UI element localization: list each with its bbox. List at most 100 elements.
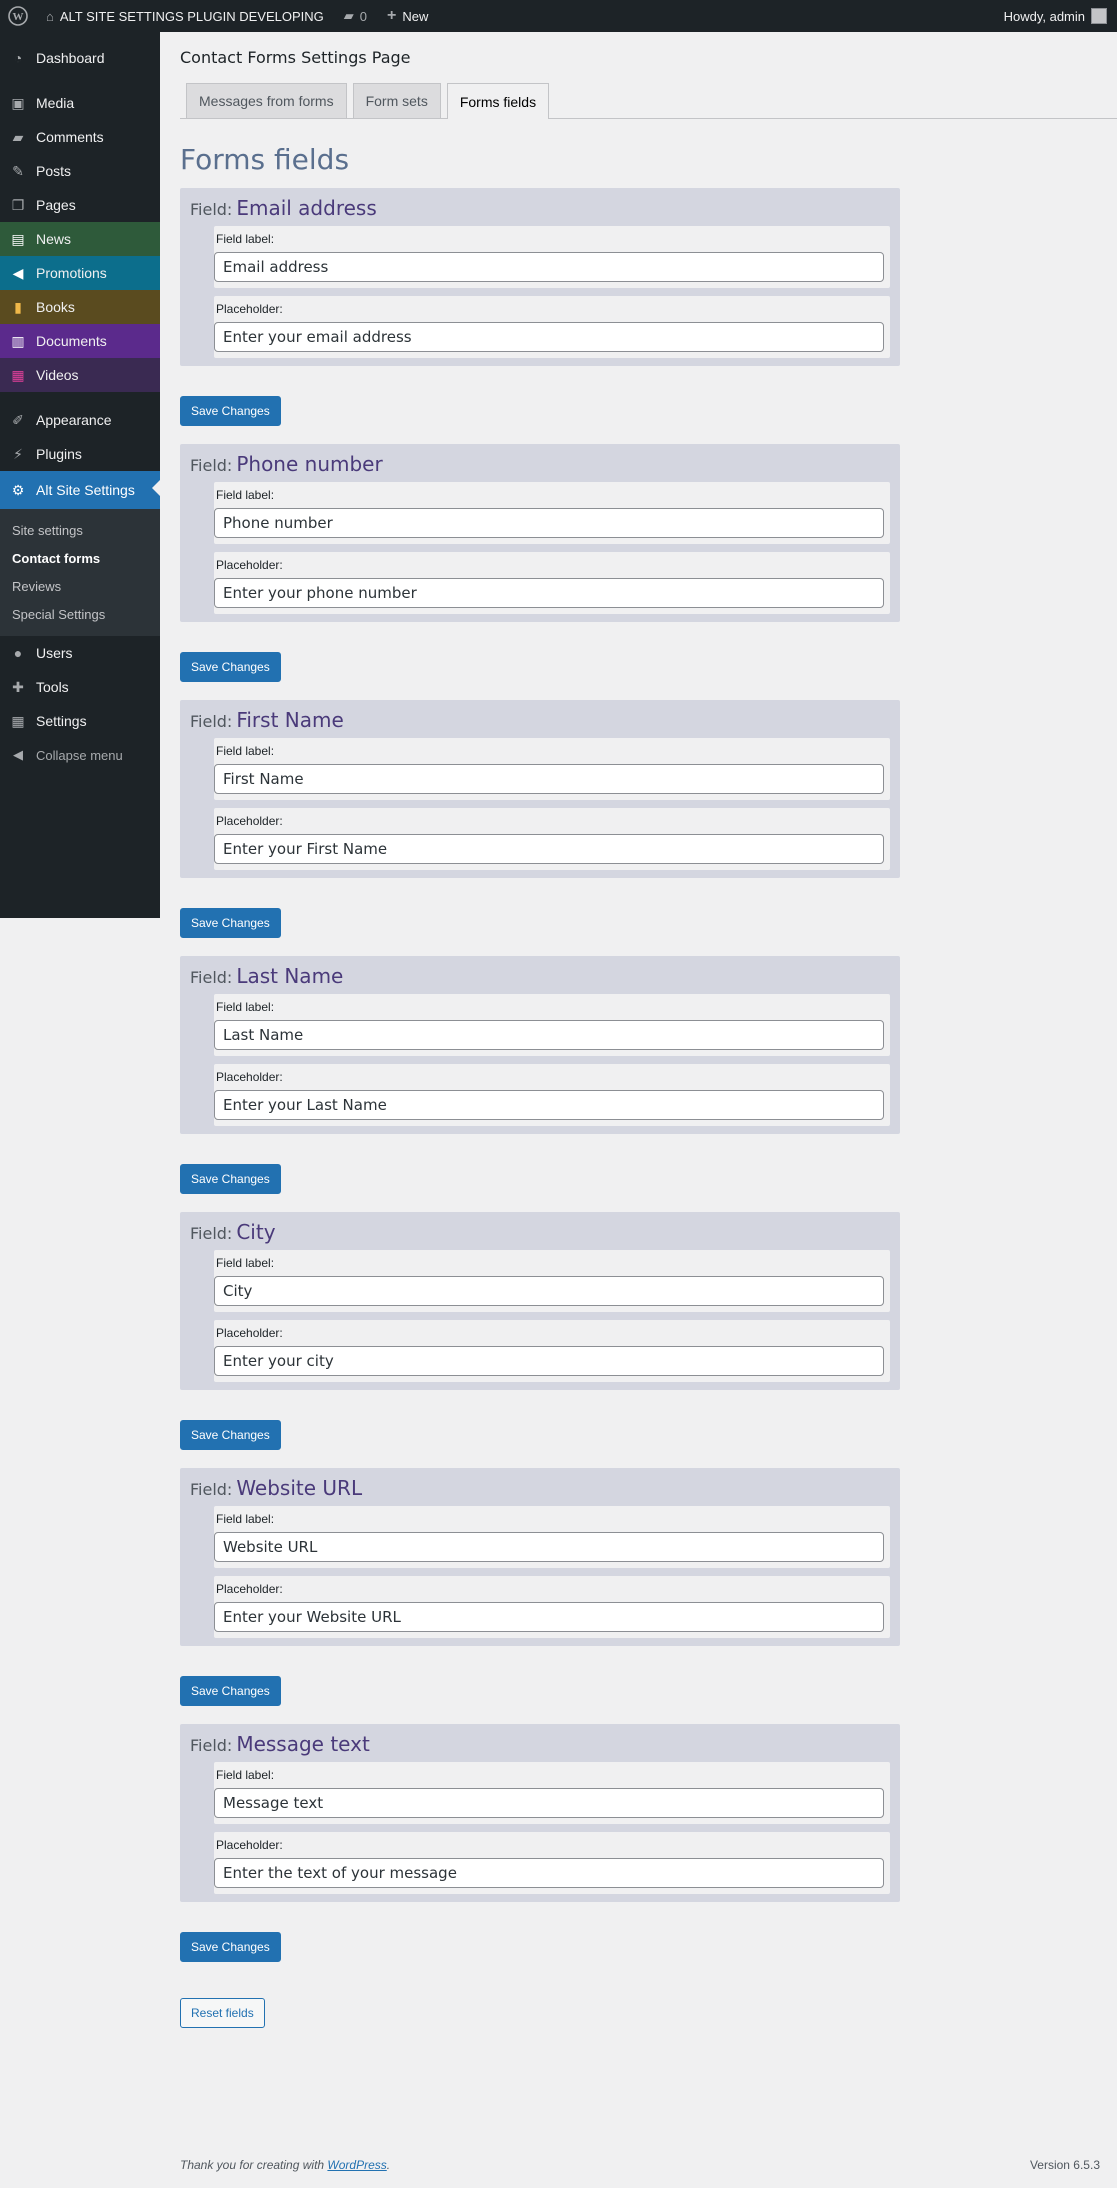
sidebar-item-books[interactable]: ▮ Books <box>0 290 160 324</box>
field-label-input[interactable]: First Name <box>214 764 884 794</box>
sidebar-item-videos[interactable]: ▦ Videos <box>0 358 160 392</box>
field-label-caption: Field label: <box>216 1256 275 1270</box>
collapse-icon: ◀ <box>13 747 23 762</box>
sidebar-item-pages[interactable]: ❐ Pages <box>0 188 160 222</box>
wordpress-link[interactable]: WordPress <box>327 2158 386 2172</box>
field-label-input[interactable]: Last Name <box>214 1020 884 1050</box>
sidebar-item-dashboard[interactable]: ◔ Dashboard <box>0 41 160 75</box>
placeholder-input[interactable]: Enter your email address <box>214 322 884 352</box>
placeholder-row: Placeholder: Enter your First Name <box>214 808 890 870</box>
sidebar-item-alt-site-settings[interactable]: ⚙ Alt Site Settings <box>0 471 160 509</box>
placeholder-caption: Placeholder: <box>216 558 283 572</box>
placeholder-row: Placeholder: Enter your phone number <box>214 552 890 614</box>
field-label-row: Field label: Email address <box>214 226 890 288</box>
sidebar-item-label: Dashboard <box>36 50 105 66</box>
sidebar-item-comments[interactable]: ▰ Comments <box>0 120 160 154</box>
save-changes-button[interactable]: Save Changes <box>180 1676 281 1706</box>
field-card: Field: Email address Field label: Email add… <box>180 188 900 366</box>
tab-forms-fields[interactable]: Forms fields <box>446 83 550 119</box>
pages-icon: ❐ <box>11 196 25 213</box>
field-label-input[interactable]: Message text <box>214 1788 884 1818</box>
home-icon: ⌂ <box>46 8 54 24</box>
tab-form-sets[interactable]: Form sets <box>352 83 441 118</box>
settings-icon: ▦ <box>11 712 25 729</box>
sidebar-item-label: News <box>36 231 72 247</box>
sidebar-item-label: Appearance <box>36 412 112 428</box>
sidebar-item-plugins[interactable]: ⚡ Plugins <box>0 437 160 471</box>
sidebar-item-promotions[interactable]: ◀ Promotions <box>0 256 160 290</box>
field-label-row: Field label: Last Name <box>214 994 890 1056</box>
gear-icon: ⚙ <box>11 481 25 498</box>
field-label-input[interactable]: Email address <box>214 252 884 282</box>
wordpress-logo-icon[interactable]: W <box>0 0 36 32</box>
page-title: Contact Forms Settings Page <box>180 48 411 67</box>
placeholder-input[interactable]: Enter your Website URL <box>214 1602 884 1632</box>
field-label-input[interactable]: City <box>214 1276 884 1306</box>
footer-thanks-prefix: Thank you for creating with <box>180 2158 325 2172</box>
howdy-text: Howdy, admin <box>1003 8 1085 24</box>
sidebar-item-appearance[interactable]: ✐ Appearance <box>0 403 160 437</box>
collapse-menu-button[interactable]: ◀ Collapse menu <box>0 738 160 772</box>
sidebar-item-tools[interactable]: ✚ Tools <box>0 670 160 704</box>
save-changes-button[interactable]: Save Changes <box>180 1932 281 1962</box>
reset-fields-button[interactable]: Reset fields <box>180 1998 265 2028</box>
field-label-caption: Field label: <box>216 232 275 246</box>
field-card: Field: Last Name Field label: Last Name Plac… <box>180 956 900 1134</box>
sidebar-item-label: Promotions <box>36 265 107 281</box>
comments-count: 0 <box>359 8 368 24</box>
account-menu[interactable]: Howdy, admin <box>994 0 1117 32</box>
new-content-link[interactable]: + New <box>377 0 438 32</box>
save-changes-button[interactable]: Save Changes <box>180 396 281 426</box>
save-changes-button[interactable]: Save Changes <box>180 1420 281 1450</box>
site-name-link[interactable]: ⌂ ALT SITE SETTINGS PLUGIN DEVELOPING <box>36 0 334 32</box>
field-label-row: Field label: Phone number <box>214 482 890 544</box>
placeholder-caption: Placeholder: <box>216 1838 283 1852</box>
placeholder-input[interactable]: Enter the text of your message <box>214 1858 884 1888</box>
placeholder-input[interactable]: Enter your city <box>214 1346 884 1376</box>
sidebar-item-news[interactable]: ▤ News <box>0 222 160 256</box>
alt-site-settings-submenu: Site settings Contact forms Reviews Spec… <box>0 509 160 636</box>
field-prefix: Field: <box>190 1736 233 1755</box>
sidebar-item-label: Media <box>36 95 75 111</box>
placeholder-row: Placeholder: Enter the text of your messa… <box>214 1832 890 1894</box>
placeholder-caption: Placeholder: <box>216 302 283 316</box>
submenu-item-site-settings[interactable]: Site settings <box>0 516 160 544</box>
save-changes-button[interactable]: Save Changes <box>180 908 281 938</box>
placeholder-input[interactable]: Enter your phone number <box>214 578 884 608</box>
save-changes-button[interactable]: Save Changes <box>180 1164 281 1194</box>
field-card: Field: First Name Field label: First Name Pl… <box>180 700 900 878</box>
megaphone-icon: ◀ <box>12 264 24 281</box>
svg-text:W: W <box>13 11 24 23</box>
placeholder-input[interactable]: Enter your Last Name <box>214 1090 884 1120</box>
submenu-item-reviews[interactable]: Reviews <box>0 572 160 600</box>
placeholder-row: Placeholder: Enter your city <box>214 1320 890 1382</box>
field-name: Website URL <box>236 1476 363 1500</box>
comments-link[interactable]: ▰ 0 <box>334 0 377 32</box>
submenu-item-contact-forms[interactable]: Contact forms <box>0 544 160 572</box>
video-icon: ▦ <box>11 366 25 383</box>
save-changes-button[interactable]: Save Changes <box>180 652 281 682</box>
sidebar-item-users[interactable]: ● Users <box>0 636 160 670</box>
sidebar-item-posts[interactable]: ✎ Posts <box>0 154 160 188</box>
placeholder-caption: Placeholder: <box>216 814 283 828</box>
field-name: Message text <box>236 1732 370 1756</box>
field-label-input[interactable]: Phone number <box>214 508 884 538</box>
field-label-caption: Field label: <box>216 744 275 758</box>
sidebar-item-documents[interactable]: ▥ Documents <box>0 324 160 358</box>
placeholder-input[interactable]: Enter your First Name <box>214 834 884 864</box>
new-label: New <box>402 8 429 24</box>
appearance-icon: ✐ <box>12 411 24 428</box>
tab-messages-from-forms[interactable]: Messages from forms <box>186 83 347 118</box>
field-title: Field: Last Name <box>190 964 890 988</box>
avatar <box>1091 8 1107 24</box>
footer: Thank you for creating with WordPress. V… <box>180 2158 1100 2172</box>
news-icon: ▤ <box>11 230 25 247</box>
tools-icon: ✚ <box>12 678 24 695</box>
documents-icon: ▥ <box>11 332 25 349</box>
submenu-item-special-settings[interactable]: Special Settings <box>0 600 160 628</box>
admin-sidebar: ◔ Dashboard ▣ Media ▰ Comments ✎ Posts ❐ Page… <box>0 32 160 918</box>
sidebar-item-settings[interactable]: ▦ Settings <box>0 704 160 738</box>
field-label-input[interactable]: Website URL <box>214 1532 884 1562</box>
sidebar-item-label: Posts <box>36 163 72 179</box>
sidebar-item-media[interactable]: ▣ Media <box>0 86 160 120</box>
